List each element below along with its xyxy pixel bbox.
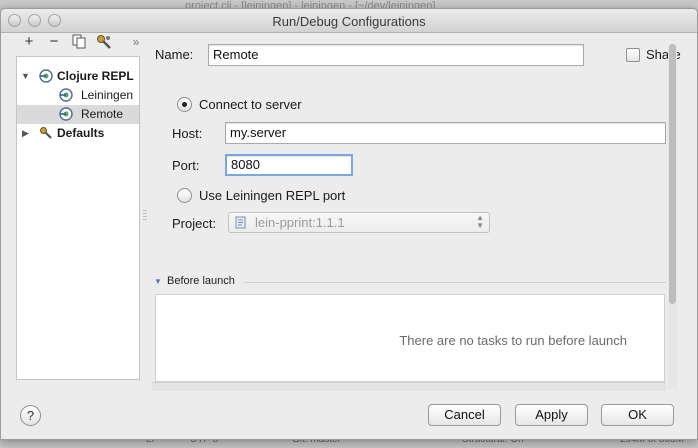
horizontal-scrollbar[interactable] <box>152 382 666 391</box>
clojure-repl-icon <box>59 107 73 121</box>
scrollbar-thumb[interactable] <box>669 44 676 304</box>
project-select-value: lein-pprint:1.1.1 <box>255 215 345 230</box>
edit-defaults-button[interactable] <box>96 34 112 50</box>
apply-button[interactable]: Apply <box>515 404 588 426</box>
copy-configuration-button[interactable] <box>71 34 87 50</box>
host-label: Host: <box>172 126 203 141</box>
empty-tasks-message: There are no tasks to run before launch <box>399 333 627 348</box>
expanded-arrow-icon[interactable]: ▼ <box>21 72 30 81</box>
tree-item-clojure-repl[interactable]: ▼ Clojure REPL <box>17 67 139 86</box>
more-actions-button[interactable]: » <box>128 34 144 50</box>
before-launch-task-list[interactable]: There are no tasks to run before launch <box>155 294 665 382</box>
updown-arrows-icon: ▲ ▼ <box>476 213 484 230</box>
share-checkbox[interactable] <box>626 48 640 62</box>
tree-item-remote[interactable]: Remote <box>17 105 139 124</box>
tree-item-leiningen[interactable]: Leiningen <box>17 86 139 105</box>
module-icon <box>235 216 246 229</box>
project-label: Project: <box>172 216 217 231</box>
tree-item-label: Clojure REPL <box>57 69 134 83</box>
name-label: Name: <box>155 47 194 62</box>
connect-to-server-label: Connect to server <box>199 97 302 112</box>
tree-item-defaults[interactable]: ▶ Defaults <box>17 124 139 143</box>
connect-to-server-radio[interactable] <box>177 97 192 112</box>
divider <box>244 282 666 283</box>
cancel-button[interactable]: Cancel <box>428 404 501 426</box>
wrench-icon <box>97 35 111 49</box>
add-configuration-button[interactable]: + <box>21 34 37 50</box>
help-button[interactable]: ? <box>20 405 41 426</box>
panel-splitter-handle[interactable] <box>143 210 147 222</box>
copy-icon <box>72 34 86 49</box>
dialog-titlebar: Run/Debug Configurations <box>1 9 697 33</box>
ok-button[interactable]: OK <box>601 404 674 426</box>
use-leiningen-port-label: Use Leiningen REPL port <box>199 188 346 203</box>
name-field[interactable]: Remote <box>208 44 584 66</box>
configuration-tree[interactable]: ▼ Clojure REPL Leiningen Remote ▶ Defaul… <box>16 56 140 380</box>
before-launch-header[interactable]: ▼ Before launch <box>152 275 666 289</box>
host-field[interactable]: my.server <box>225 122 666 144</box>
vertical-scrollbar[interactable] <box>668 44 677 389</box>
dialog-title: Run/Debug Configurations <box>272 14 426 29</box>
tree-item-label: Defaults <box>57 126 105 140</box>
port-label: Port: <box>172 158 200 173</box>
clojure-repl-icon <box>39 69 53 83</box>
collapsed-arrow-icon[interactable]: ▶ <box>22 129 31 138</box>
remove-configuration-button[interactable]: − <box>46 34 62 50</box>
port-field[interactable]: 8080 <box>225 154 353 176</box>
project-select[interactable]: lein-pprint:1.1.1 ▲ ▼ <box>228 212 490 233</box>
radio-selected-dot <box>182 102 187 107</box>
tree-item-label: Leiningen <box>81 88 134 102</box>
collapse-arrow-icon[interactable]: ▼ <box>154 277 162 286</box>
clojure-repl-icon <box>59 88 73 102</box>
tree-item-label: Remote <box>81 107 124 121</box>
use-leiningen-port-radio[interactable] <box>177 188 192 203</box>
wrench-icon <box>40 127 52 139</box>
before-launch-title: Before launch <box>167 275 235 287</box>
